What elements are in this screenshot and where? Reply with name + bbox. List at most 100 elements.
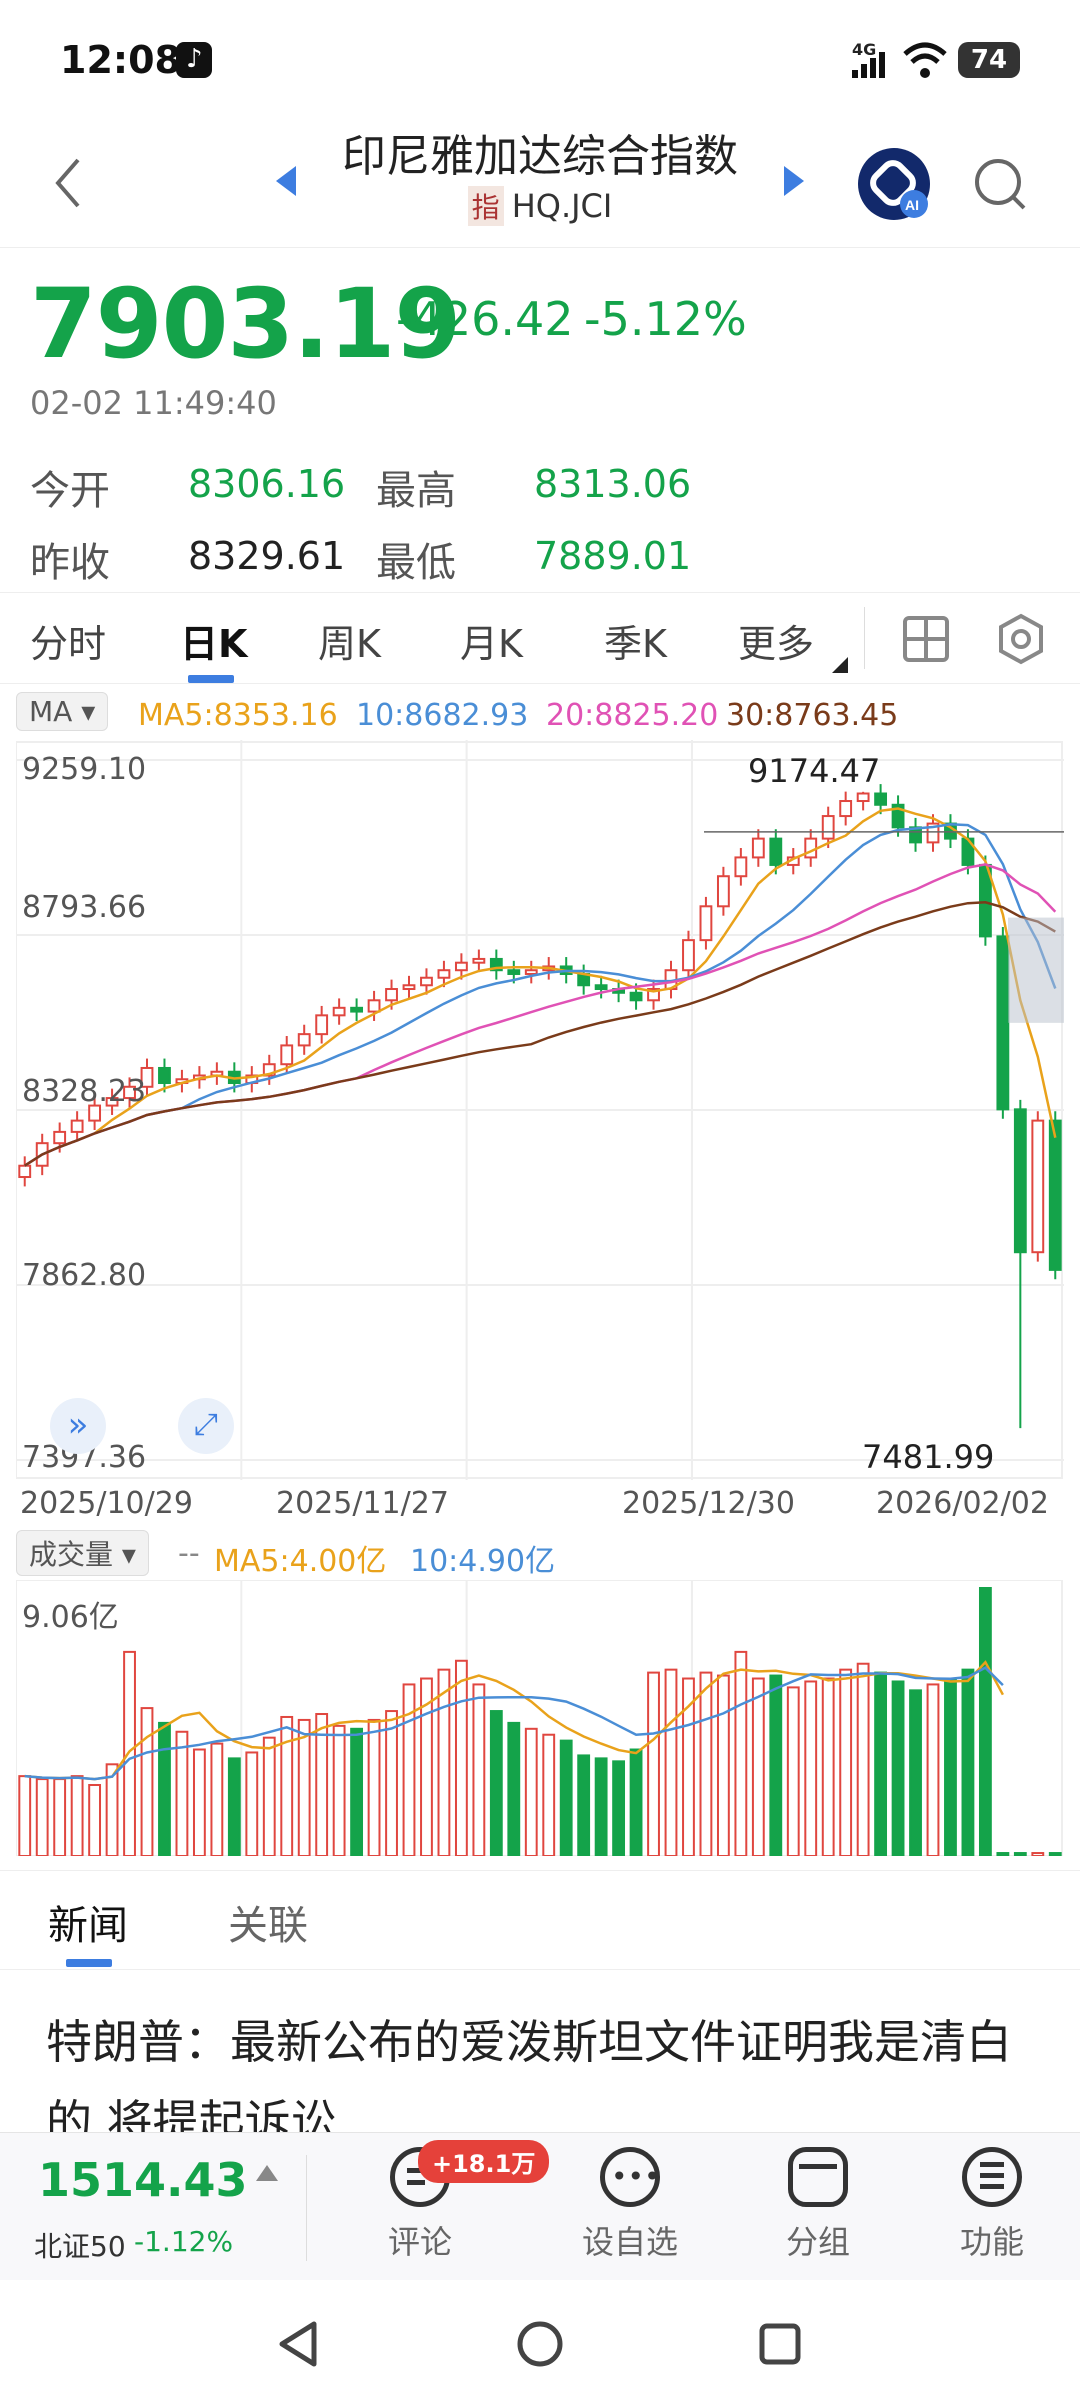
add-watchlist-button[interactable]: ••• 设自选 xyxy=(574,2147,686,2263)
tab-related[interactable]: 关联 xyxy=(228,1893,308,1951)
tab-weekly-k[interactable]: 周K xyxy=(318,613,381,668)
candle xyxy=(70,1119,84,1133)
x-label-1: 2025/11/27 xyxy=(276,1486,449,1521)
tab-monthly-k[interactable]: 月K xyxy=(460,613,523,668)
ticker-index-value[interactable]: 1514.43 xyxy=(38,2153,248,2207)
ma-selector[interactable]: MA ▾ xyxy=(16,692,109,731)
volume-bar xyxy=(1031,1852,1045,1856)
tab-quarterly-k[interactable]: 季K xyxy=(604,613,667,668)
volume-bar xyxy=(542,1733,556,1856)
volume-bar xyxy=(385,1710,398,1856)
fullscreen-button[interactable]: ⤢ xyxy=(178,1398,234,1454)
candle xyxy=(367,999,381,1013)
y-label-0: 9259.10 xyxy=(22,752,147,787)
search-icon[interactable] xyxy=(972,156,1028,212)
menu-icon xyxy=(962,2147,1022,2207)
volume-bar xyxy=(612,1760,626,1856)
code-text: HQ.JCI xyxy=(511,187,613,225)
candle xyxy=(385,988,398,1002)
low-marker: 7481.99 xyxy=(862,1438,995,1476)
volume-ma5-legend: MA5:4.00亿 xyxy=(214,1544,387,1579)
prev-close-label: 昨收 xyxy=(30,540,110,586)
candle xyxy=(874,792,888,806)
volume-bar xyxy=(70,1775,84,1856)
low-value: 7889.01 xyxy=(534,534,692,578)
tab-daily-k[interactable]: 日K xyxy=(180,613,247,668)
ticker-index-name: 北证50 xyxy=(34,2230,126,2263)
candle xyxy=(1048,1119,1062,1271)
volume-bar xyxy=(402,1683,416,1856)
volume-max-label: 9.06亿 xyxy=(22,1600,119,1635)
volume-bar xyxy=(507,1721,521,1856)
network-label: 4G xyxy=(852,40,877,59)
volume-bar xyxy=(1048,1852,1062,1856)
tab-news[interactable]: 新闻 xyxy=(48,1893,128,1951)
nav-recents-icon[interactable] xyxy=(758,2322,802,2366)
prev-close-value: 8329.61 xyxy=(188,534,346,578)
volume-bar xyxy=(210,1742,224,1856)
volume-bar xyxy=(978,1587,992,1856)
volume-bar xyxy=(367,1718,381,1856)
volume-bar xyxy=(751,1677,765,1856)
svg-text:AI: AI xyxy=(905,197,919,213)
candle xyxy=(629,991,643,1002)
tiktok-icon: ♪ xyxy=(176,42,212,78)
volume-dash: -- xyxy=(178,1536,200,1571)
volume-bar xyxy=(53,1778,67,1856)
nav-back-icon[interactable] xyxy=(276,2320,320,2368)
settings-icon[interactable] xyxy=(996,613,1046,665)
volume-ma10-legend: 10:4.90亿 xyxy=(410,1544,556,1579)
ma30-legend: 30:8763.45 xyxy=(726,698,899,733)
x-label-3: 2026/02/02 xyxy=(876,1486,1049,1521)
volume-bar xyxy=(158,1721,171,1856)
candle xyxy=(734,856,748,878)
volume-bar xyxy=(699,1671,713,1856)
candle xyxy=(594,984,608,991)
y-label-2: 8328.23 xyxy=(22,1074,147,1109)
volume-bar xyxy=(88,1784,102,1856)
candle xyxy=(682,939,695,972)
candle xyxy=(699,905,713,942)
candle xyxy=(821,815,835,840)
tab-more[interactable]: 更多 xyxy=(738,613,814,668)
ma10-legend: 10:8682.93 xyxy=(356,698,529,733)
ma5-line xyxy=(24,807,1057,1167)
volume-bar xyxy=(716,1674,730,1856)
group-button[interactable]: 分组 xyxy=(766,2147,870,2263)
volume-bar xyxy=(1013,1852,1027,1856)
ma-selector-label: MA xyxy=(29,695,73,728)
volume-bar xyxy=(839,1668,853,1856)
expand-left-button[interactable]: » xyxy=(50,1398,106,1454)
more-dots-icon: ••• xyxy=(600,2147,661,2207)
functions-button[interactable]: 功能 xyxy=(940,2147,1044,2263)
volume-bar xyxy=(192,1748,206,1856)
volume-bar xyxy=(594,1757,608,1856)
volume-bar xyxy=(629,1748,643,1856)
nav-home-icon[interactable] xyxy=(516,2320,564,2368)
candle xyxy=(53,1130,67,1145)
ma20-line xyxy=(24,863,1057,1167)
price-change: -426.42 xyxy=(396,292,574,346)
tab-intraday[interactable]: 分时 xyxy=(30,613,106,668)
wifi-icon xyxy=(903,42,947,78)
volume-chart[interactable] xyxy=(16,1580,1064,1856)
volume-bar xyxy=(577,1754,591,1856)
folder-icon xyxy=(788,2147,848,2207)
volume-bar xyxy=(961,1668,975,1856)
volume-bar xyxy=(175,1730,189,1856)
active-tab-indicator xyxy=(188,675,234,683)
volume-selector[interactable]: 成交量 ▾ xyxy=(16,1530,149,1576)
volume-bar xyxy=(123,1650,136,1856)
period-tabs: 分时 日K 周K 月K 季K 更多 xyxy=(0,592,1080,684)
candlestick-chart[interactable] xyxy=(16,740,1064,1480)
candle xyxy=(297,1033,311,1047)
volume-bar xyxy=(647,1671,660,1856)
volume-bar xyxy=(734,1650,748,1856)
volume-bar xyxy=(821,1677,835,1856)
high-label: 最高 xyxy=(376,468,456,514)
next-stock-icon[interactable] xyxy=(780,164,806,198)
ai-assistant-icon[interactable]: AI xyxy=(856,146,932,222)
index-tag: 指 xyxy=(467,186,504,226)
grid-layout-icon[interactable] xyxy=(902,615,950,663)
status-time: 12:08 xyxy=(60,38,181,82)
